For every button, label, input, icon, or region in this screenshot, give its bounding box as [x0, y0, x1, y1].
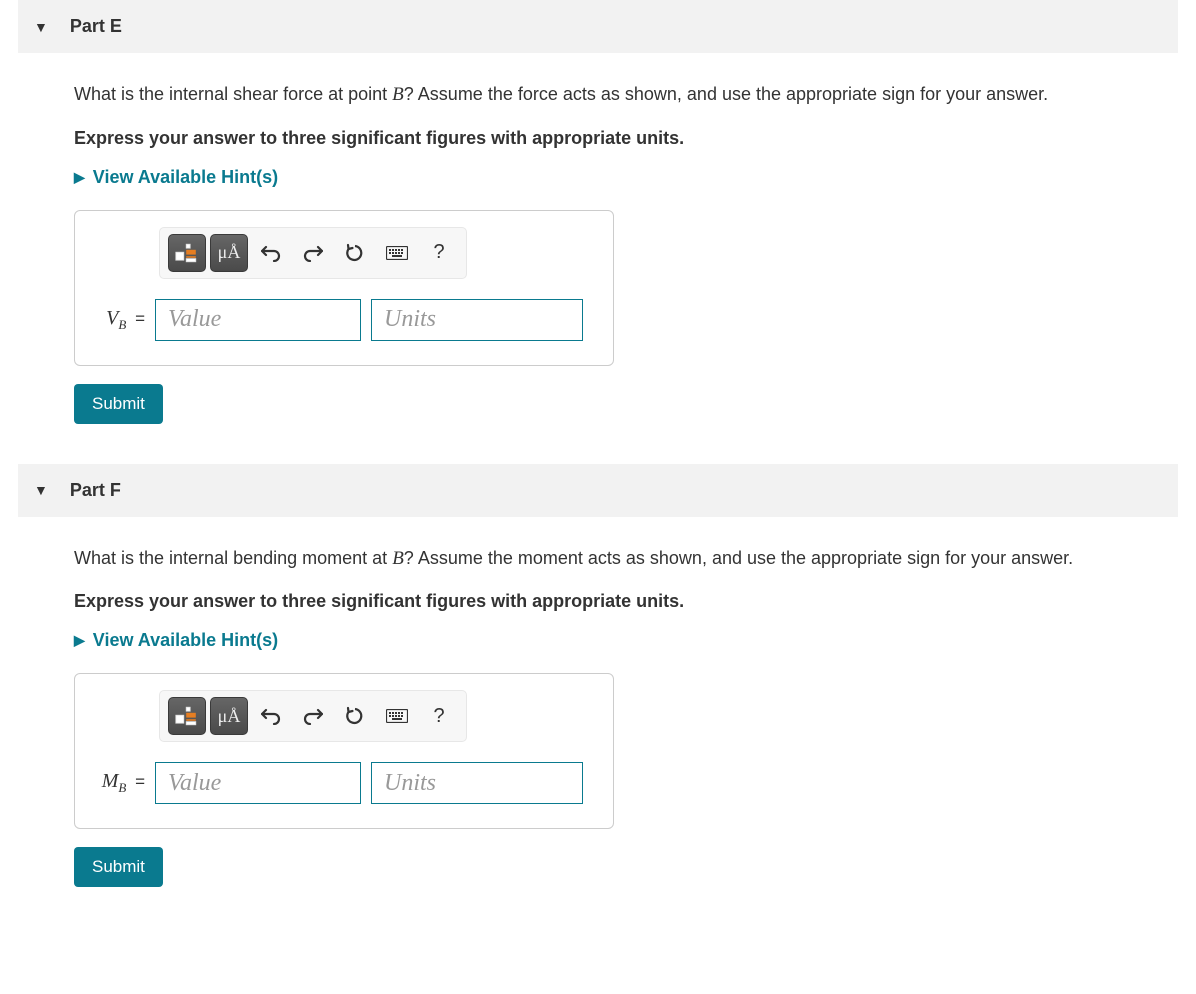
instruction-text: Express your answer to three significant…: [74, 591, 1122, 612]
part-body: What is the internal bending moment at B…: [18, 517, 1178, 928]
templates-button[interactable]: [168, 234, 206, 272]
value-input[interactable]: [155, 762, 361, 804]
keyboard-button[interactable]: [378, 234, 416, 272]
variable-main: M: [102, 770, 119, 792]
undo-icon: [261, 244, 281, 262]
equation-toolbar: μÅ: [159, 227, 467, 279]
reset-button[interactable]: [336, 697, 374, 735]
question-prefix: What is the internal bending moment at: [74, 548, 392, 568]
reset-icon: [345, 243, 365, 263]
reset-icon: [345, 706, 365, 726]
keyboard-button[interactable]: [378, 697, 416, 735]
collapse-caret-icon: ▼: [34, 482, 48, 498]
help-button[interactable]: ?: [420, 234, 458, 272]
undo-button[interactable]: [252, 697, 290, 735]
units-input[interactable]: [371, 762, 583, 804]
keyboard-icon: [386, 709, 408, 723]
input-row: VB =: [89, 299, 599, 341]
question-text: What is the internal shear force at poin…: [74, 81, 1122, 110]
submit-button[interactable]: Submit: [74, 847, 163, 887]
templates-button[interactable]: [168, 697, 206, 735]
chevron-right-icon: ▶: [74, 169, 85, 186]
part-title: Part F: [70, 480, 121, 501]
equals-sign: =: [130, 772, 145, 791]
equals-sign: =: [130, 309, 145, 328]
redo-button[interactable]: [294, 697, 332, 735]
part-body: What is the internal shear force at poin…: [18, 53, 1178, 464]
reset-button[interactable]: [336, 234, 374, 272]
units-input[interactable]: [371, 299, 583, 341]
question-variable: B: [392, 84, 404, 105]
special-chars-button[interactable]: μÅ: [210, 697, 248, 735]
help-button[interactable]: ?: [420, 697, 458, 735]
part-header[interactable]: ▼ Part F: [18, 464, 1178, 517]
question-suffix: ? Assume the force acts as shown, and us…: [404, 84, 1048, 104]
question-suffix: ? Assume the moment acts as shown, and u…: [404, 548, 1073, 568]
chevron-right-icon: ▶: [74, 632, 85, 649]
answer-box: μÅ: [74, 673, 614, 829]
collapse-caret-icon: ▼: [34, 19, 48, 35]
question-text: What is the internal bending moment at B…: [74, 545, 1122, 574]
equation-toolbar: μÅ: [159, 690, 467, 742]
variable-subscript: B: [118, 780, 126, 795]
part-header[interactable]: ▼ Part E: [18, 0, 1178, 53]
templates-icon: [175, 241, 199, 265]
view-hints-toggle[interactable]: ▶ View Available Hint(s): [74, 167, 1122, 188]
value-input[interactable]: [155, 299, 361, 341]
special-chars-label: μÅ: [218, 706, 241, 727]
variable-subscript: B: [118, 317, 126, 332]
templates-icon: [175, 704, 199, 728]
hints-label: View Available Hint(s): [93, 630, 278, 651]
variable-label: VB =: [89, 307, 145, 333]
question-prefix: What is the internal shear force at poin…: [74, 84, 392, 104]
redo-button[interactable]: [294, 234, 332, 272]
view-hints-toggle[interactable]: ▶ View Available Hint(s): [74, 630, 1122, 651]
undo-button[interactable]: [252, 234, 290, 272]
special-chars-button[interactable]: μÅ: [210, 234, 248, 272]
part-title: Part E: [70, 16, 122, 37]
answer-box: μÅ: [74, 210, 614, 366]
undo-icon: [261, 707, 281, 725]
variable-label: MB =: [89, 770, 145, 796]
redo-icon: [303, 707, 323, 725]
instruction-text: Express your answer to three significant…: [74, 128, 1122, 149]
submit-button[interactable]: Submit: [74, 384, 163, 424]
variable-main: V: [106, 307, 118, 329]
redo-icon: [303, 244, 323, 262]
special-chars-label: μÅ: [218, 242, 241, 263]
question-variable: B: [392, 548, 404, 569]
keyboard-icon: [386, 246, 408, 260]
input-row: MB =: [89, 762, 599, 804]
hints-label: View Available Hint(s): [93, 167, 278, 188]
help-icon: ?: [433, 705, 444, 728]
help-icon: ?: [433, 241, 444, 264]
